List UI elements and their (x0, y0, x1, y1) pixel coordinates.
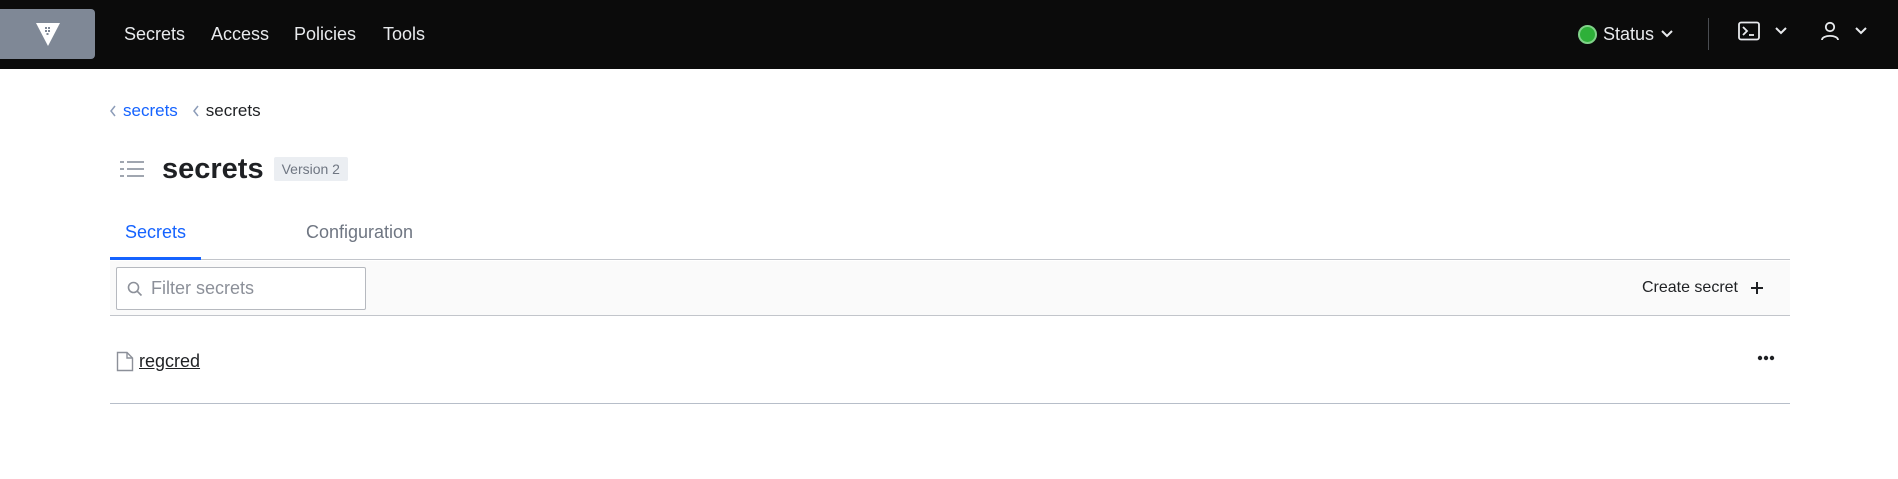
breadcrumb-item-secrets-engine[interactable]: secrets (109, 100, 178, 122)
secrets-toolbar: Create secret (110, 261, 1790, 316)
tab-bar: Secrets Configuration (110, 212, 1790, 260)
secret-name[interactable]: regcred (139, 350, 200, 372)
chevron-down-icon (1775, 27, 1787, 35)
breadcrumb: secrets secrets (109, 100, 261, 122)
more-actions-button[interactable] (1756, 350, 1776, 366)
tab-configuration[interactable]: Configuration (306, 212, 413, 260)
chevron-left-icon (110, 105, 116, 117)
filter-secrets-input[interactable] (151, 268, 361, 309)
nav-link-tools[interactable]: Tools (383, 22, 425, 46)
ellipsis-icon (1757, 355, 1775, 361)
status-indicator-icon (1578, 24, 1597, 44)
secret-link[interactable]: regcred (116, 350, 200, 372)
plus-icon (1751, 282, 1763, 294)
chevron-down-icon (1855, 27, 1867, 35)
create-secret-button[interactable]: Create secret (1642, 277, 1764, 299)
search-icon (127, 281, 143, 297)
nav-divider (1708, 18, 1709, 50)
user-menu-button[interactable] (1820, 21, 1868, 41)
page-header: secrets Version 2 (119, 152, 348, 186)
chevron-left-icon (192, 105, 199, 117)
nav-link-access[interactable]: Access (211, 22, 269, 46)
user-icon (1821, 21, 1839, 41)
chevron-down-icon (1661, 30, 1673, 38)
vault-logo-icon (35, 23, 60, 46)
nav-link-secrets[interactable]: Secrets (124, 22, 185, 46)
filter-field (116, 267, 366, 310)
file-icon (116, 351, 134, 371)
tab-secrets[interactable]: Secrets (110, 212, 202, 260)
list-icon (120, 161, 144, 177)
create-secret-label: Create secret (1641, 279, 1738, 296)
breadcrumb-item-current: secrets (192, 100, 261, 122)
status-label: Status (1603, 24, 1655, 44)
status-menu-button[interactable]: Status (1578, 22, 1674, 46)
version-badge: Version 2 (273, 157, 348, 181)
terminal-icon (1738, 21, 1760, 41)
console-menu-button[interactable] (1738, 21, 1788, 41)
nav-link-policies[interactable]: Policies (294, 22, 356, 46)
list-item[interactable]: regcred (110, 316, 1790, 404)
page-title: secrets (162, 153, 264, 185)
vault-logo-button[interactable] (0, 9, 95, 59)
top-navigation-bar: Secrets Access Policies Tools Status (0, 0, 1898, 69)
breadcrumb-link[interactable]: secrets (123, 100, 178, 122)
breadcrumb-current: secrets (205, 101, 261, 120)
